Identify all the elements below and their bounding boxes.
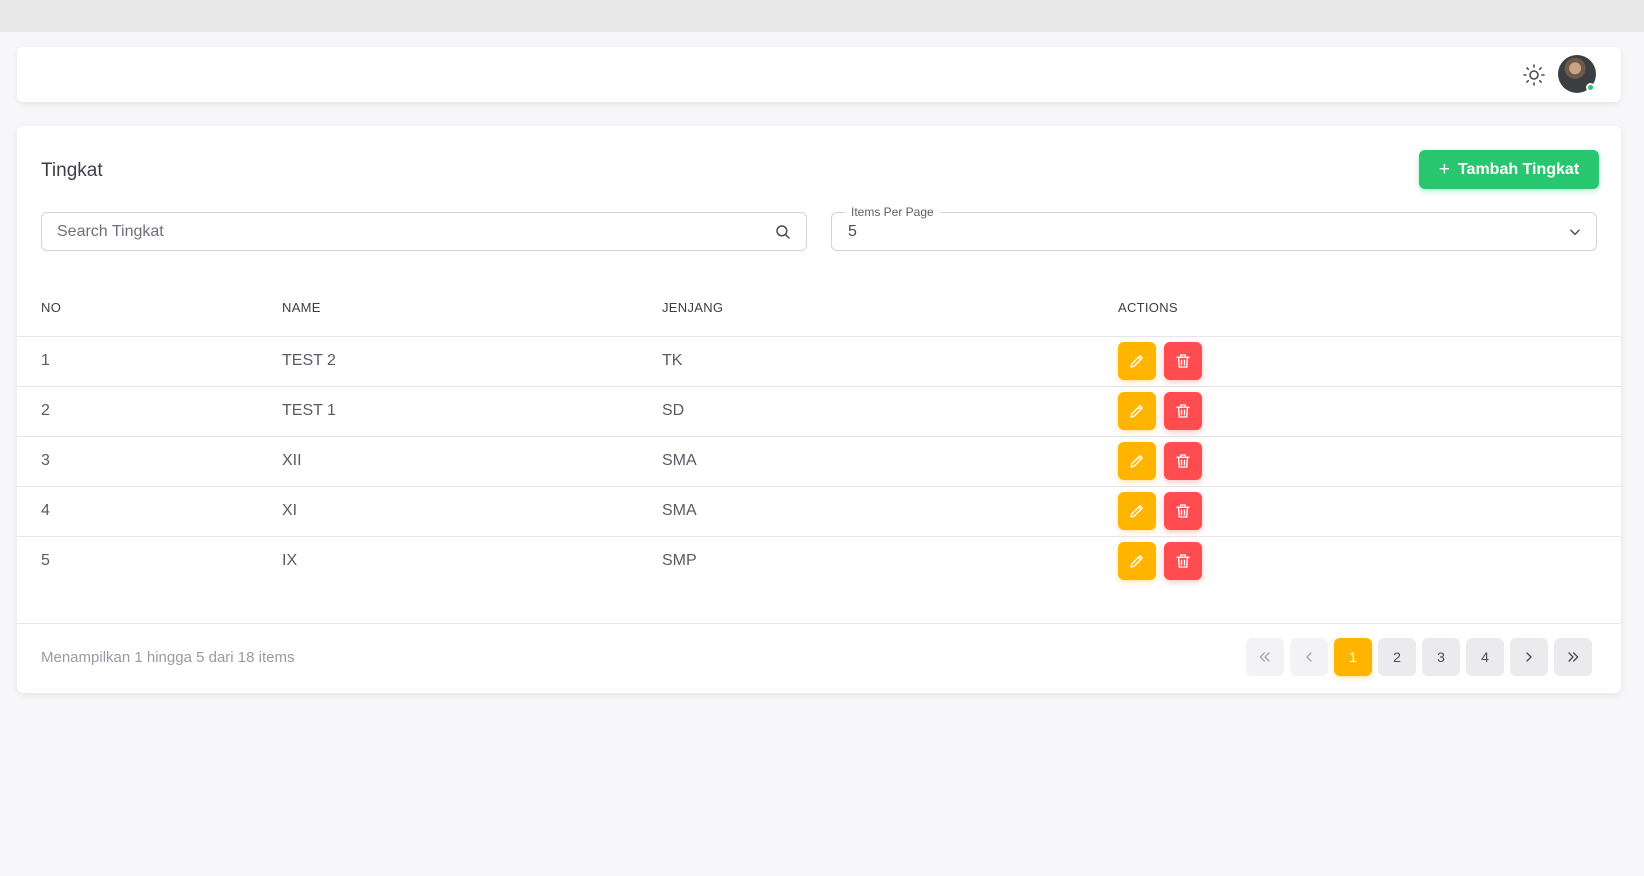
chevron-down-icon <box>1570 229 1580 236</box>
cell-no: 1 <box>17 336 258 387</box>
search-icon[interactable] <box>774 223 792 241</box>
edit-button[interactable] <box>1118 442 1156 480</box>
pencil-icon <box>1130 505 1143 518</box>
pagination: 1 2 3 4 <box>1246 638 1592 676</box>
edit-button[interactable] <box>1118 542 1156 581</box>
cell-jenjang: SD <box>638 386 1094 437</box>
next-page-button[interactable] <box>1510 638 1548 676</box>
page-button-3[interactable]: 3 <box>1422 638 1460 676</box>
tingkat-table: NO NAME JENJANG ACTIONS 1 TEST 2 TK 2 TE… <box>17 279 1621 586</box>
table-row: 2 TEST 1 SD <box>17 386 1621 437</box>
cell-jenjang: SMA <box>638 486 1094 537</box>
table-header-row: NO NAME JENJANG ACTIONS <box>17 279 1621 337</box>
search-box <box>41 212 807 251</box>
last-page-button[interactable] <box>1554 638 1592 676</box>
cell-actions <box>1094 436 1621 487</box>
cell-jenjang: TK <box>638 336 1094 387</box>
table-row: 4 XI SMA <box>17 486 1621 537</box>
edit-button[interactable] <box>1118 492 1156 530</box>
cell-name: TEST 1 <box>258 386 638 437</box>
cell-jenjang: SMP <box>662 552 697 570</box>
cell-no: 4 <box>17 486 258 537</box>
cell-actions <box>1094 486 1621 537</box>
items-per-page-select[interactable]: Items Per Page 5 <box>831 205 1597 251</box>
cell-name: IX <box>282 552 298 570</box>
edit-button[interactable] <box>1118 392 1156 430</box>
footer-divider <box>17 623 1621 624</box>
top-navbar <box>17 47 1621 102</box>
table-row: 3 XII SMA <box>17 436 1621 487</box>
first-page-button[interactable] <box>1246 638 1284 676</box>
online-status-dot <box>1586 83 1595 92</box>
previous-page-button[interactable] <box>1290 638 1328 676</box>
column-header-name[interactable]: NAME <box>258 279 638 337</box>
page-button-2[interactable]: 2 <box>1378 638 1416 676</box>
cell-actions <box>1094 386 1621 437</box>
chevron-right-icon <box>1526 652 1532 662</box>
pencil-icon <box>1130 455 1143 468</box>
tingkat-card: Tingkat + Tambah Tingkat Items Per Page … <box>17 126 1621 693</box>
cell-name: TEST 2 <box>258 336 638 387</box>
search-input[interactable] <box>42 222 742 241</box>
cell-actions <box>1094 336 1621 387</box>
edit-button[interactable] <box>1118 342 1156 380</box>
sun-icon <box>1523 64 1545 86</box>
browser-top-strip <box>0 0 1644 32</box>
cell-jenjang: SMA <box>638 436 1094 487</box>
items-per-page-label: Items Per Page <box>845 205 940 219</box>
delete-button[interactable] <box>1164 492 1202 530</box>
delete-button[interactable] <box>1164 442 1202 480</box>
pencil-icon <box>1130 405 1143 418</box>
pencil-icon <box>1130 355 1143 368</box>
delete-button[interactable] <box>1164 392 1202 430</box>
add-tingkat-button[interactable]: + Tambah Tingkat <box>1419 150 1599 189</box>
cell-no: 3 <box>17 436 258 487</box>
column-header-actions: ACTIONS <box>1094 279 1621 337</box>
table-row: 5 IX SMP <box>17 536 1621 586</box>
user-avatar[interactable] <box>1558 55 1596 93</box>
trash-icon <box>1176 354 1190 368</box>
cell-no: 2 <box>17 386 258 437</box>
delete-button[interactable] <box>1164 542 1202 581</box>
trash-icon <box>1176 454 1190 468</box>
trash-icon <box>1176 504 1190 518</box>
cell-name: XI <box>258 486 638 537</box>
column-header-no[interactable]: NO <box>17 279 258 337</box>
chevrons-left-icon <box>1259 652 1270 662</box>
pencil-icon <box>1130 555 1143 568</box>
column-header-jenjang[interactable]: JENJANG <box>638 279 1094 337</box>
trash-icon <box>1176 554 1190 568</box>
items-per-page-value: 5 <box>848 223 857 240</box>
add-tingkat-label: Tambah Tingkat <box>1457 160 1580 178</box>
trash-icon <box>1176 404 1190 418</box>
chevrons-right-icon <box>1568 652 1579 662</box>
table-row: 1 TEST 2 TK <box>17 336 1621 387</box>
cell-no: 5 <box>41 552 50 570</box>
theme-toggle-button[interactable] <box>1521 62 1547 88</box>
plus-icon: + <box>1438 159 1450 180</box>
cell-actions <box>1094 536 1621 586</box>
page-button-4[interactable]: 4 <box>1466 638 1504 676</box>
delete-button[interactable] <box>1164 342 1202 380</box>
page-button-1[interactable]: 1 <box>1334 638 1372 676</box>
pagination-summary: Menampilkan 1 hingga 5 dari 18 items <box>41 649 295 666</box>
page-title: Tingkat <box>41 160 103 181</box>
cell-name: XII <box>258 436 638 487</box>
chevron-left-icon <box>1306 652 1312 662</box>
